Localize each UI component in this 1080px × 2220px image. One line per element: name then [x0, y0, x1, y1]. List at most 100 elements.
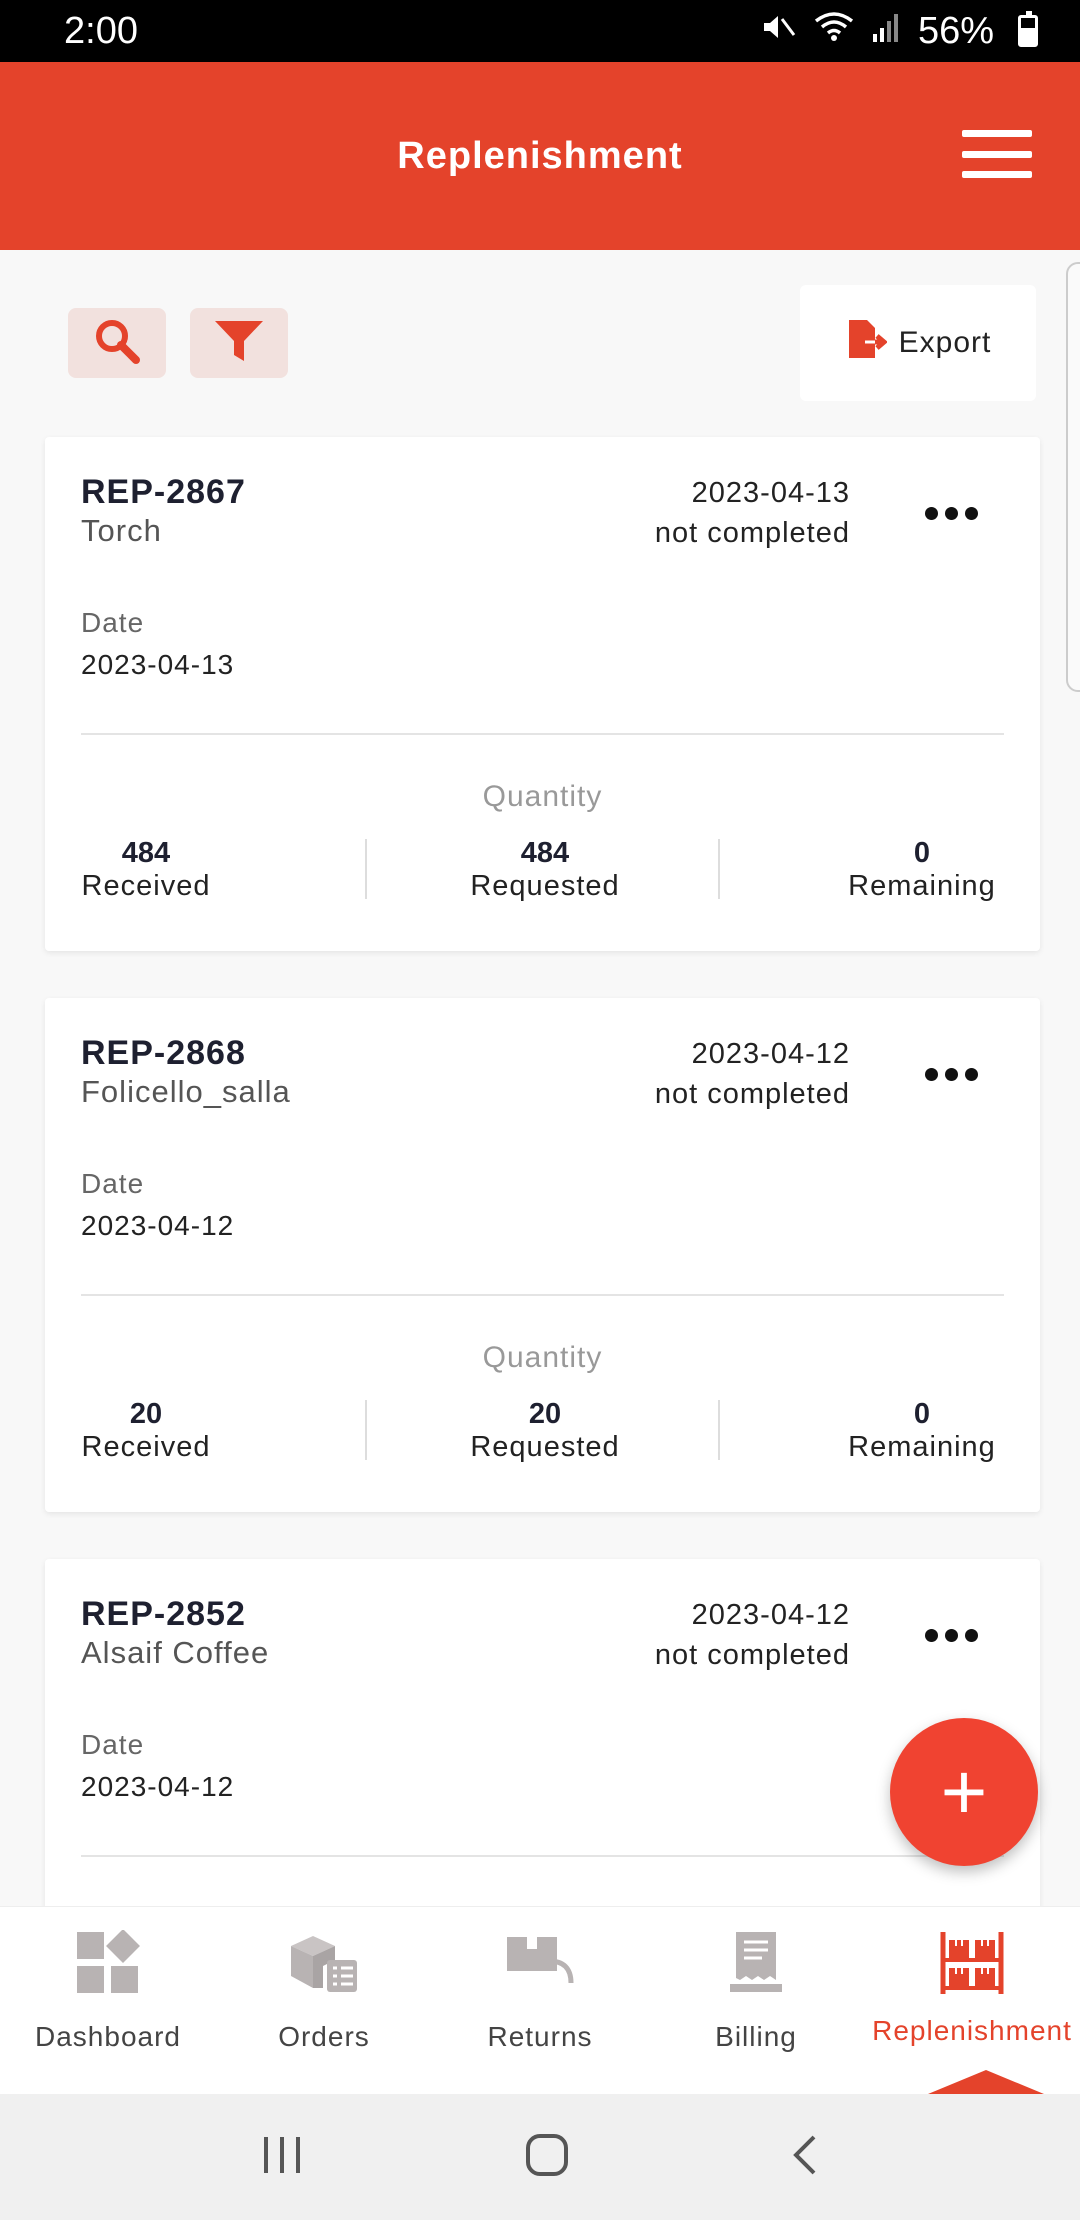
- card-divider: [81, 1294, 1004, 1296]
- card-ref: REP-2867: [81, 473, 246, 511]
- replenishment-card[interactable]: REP-2867 Torch 2023-04-13 not completed …: [45, 437, 1040, 951]
- nav-item-billing[interactable]: Billing: [648, 1907, 864, 2094]
- requested-label: Requested: [470, 870, 620, 902]
- status-icons: 56%: [760, 10, 1038, 53]
- replenishment-card[interactable]: REP-2868 Folicello_salla 2023-04-12 not …: [45, 998, 1040, 1512]
- card-name: Alsaif Coffee: [81, 1635, 270, 1670]
- more-dot: [925, 1629, 938, 1642]
- card-name: Torch: [81, 513, 162, 548]
- more-dot: [965, 1629, 978, 1642]
- nav-label: Orders: [278, 2021, 370, 2052]
- dashboard-icon: [75, 1927, 141, 1999]
- battery-percent: 56%: [917, 9, 994, 52]
- menu-button[interactable]: [962, 130, 1032, 178]
- more-dot: [945, 1629, 958, 1642]
- date-label: Date: [81, 607, 145, 638]
- active-tab-indicator: [928, 2070, 1044, 2094]
- more-dot: [945, 1068, 958, 1081]
- search-icon: [93, 317, 141, 370]
- hamburger-icon-bar: [962, 171, 1032, 178]
- bottom-navigation: Dashboard Orders Returns Billing Repleni…: [0, 1906, 1080, 2094]
- requested-stat: 20 Requested: [445, 1398, 645, 1464]
- side-drawer-handle[interactable]: [1066, 262, 1080, 692]
- status-time: 2:00: [64, 9, 138, 52]
- more-dot: [945, 507, 958, 520]
- remaining-label: Remaining: [848, 1431, 996, 1463]
- date-value: 2023-04-13: [81, 649, 235, 680]
- plus-icon: +: [940, 1747, 988, 1836]
- date-value: 2023-04-12: [81, 1771, 235, 1802]
- requested-value: 484: [520, 837, 570, 869]
- more-dot: [965, 1068, 978, 1081]
- replenishment-icon: [939, 1927, 1005, 1999]
- date-label: Date: [81, 1729, 145, 1760]
- hamburger-icon-bar: [962, 150, 1032, 158]
- card-ref: REP-2852: [81, 1595, 246, 1633]
- date-label: Date: [81, 1168, 145, 1199]
- orders-icon: [289, 1927, 359, 1999]
- remaining-value: 0: [913, 837, 931, 869]
- received-label: Received: [81, 870, 211, 902]
- more-dot: [965, 507, 978, 520]
- wifi-icon: [814, 11, 854, 51]
- system-navigation-bar: [0, 2094, 1080, 2220]
- stat-separator: [718, 839, 720, 899]
- filter-icon: [213, 317, 265, 370]
- more-dot: [925, 507, 938, 520]
- hamburger-icon-bar: [962, 130, 1032, 137]
- more-options-button[interactable]: [925, 1068, 978, 1081]
- nav-item-returns[interactable]: Returns: [432, 1907, 648, 2094]
- more-dot: [925, 1068, 938, 1081]
- requested-value: 20: [528, 1398, 562, 1430]
- nav-label: Billing: [715, 2021, 797, 2052]
- nav-item-dashboard[interactable]: Dashboard: [0, 1907, 216, 2094]
- received-stat: 20 Received: [81, 1398, 211, 1464]
- card-status: not completed: [654, 1639, 850, 1671]
- nav-item-replenishment[interactable]: Replenishment: [864, 1907, 1080, 2094]
- nav-label: Returns: [487, 2021, 593, 2052]
- card-ref: REP-2868: [81, 1034, 246, 1072]
- remaining-stat: 0 Remaining: [840, 1398, 1004, 1464]
- card-status: not completed: [654, 1078, 850, 1110]
- back-icon[interactable]: [790, 2133, 820, 2182]
- more-options-button[interactable]: [925, 1629, 978, 1642]
- quantity-title: Quantity: [482, 1341, 603, 1374]
- stat-separator: [718, 1400, 720, 1460]
- card-status: not completed: [654, 517, 850, 549]
- card-date: 2023-04-12: [691, 1599, 850, 1631]
- export-label: Export: [898, 326, 992, 359]
- app-header: Replenishment: [0, 62, 1080, 250]
- card-name: Folicello_salla: [81, 1074, 291, 1109]
- signal-icon: [872, 12, 900, 50]
- export-file-icon: [845, 318, 888, 368]
- remaining-stat: 0 Remaining: [840, 837, 1004, 903]
- requested-stat: 484 Requested: [445, 837, 645, 903]
- stat-separator: [365, 1400, 367, 1460]
- status-bar: 2:00 56%: [0, 0, 1080, 62]
- stat-separator: [365, 839, 367, 899]
- received-value: 484: [121, 837, 171, 869]
- recent-apps-icon[interactable]: [260, 2135, 304, 2180]
- remaining-value: 0: [913, 1398, 931, 1430]
- card-date: 2023-04-13: [691, 477, 850, 509]
- add-replenishment-button[interactable]: +: [890, 1718, 1038, 1866]
- requested-label: Requested: [470, 1431, 620, 1463]
- nav-item-orders[interactable]: Orders: [216, 1907, 432, 2094]
- received-value: 20: [129, 1398, 163, 1430]
- more-options-button[interactable]: [925, 507, 978, 520]
- search-button[interactable]: [68, 308, 166, 378]
- remaining-label: Remaining: [848, 870, 996, 902]
- battery-icon: [1018, 11, 1038, 47]
- date-value: 2023-04-12: [81, 1210, 235, 1241]
- card-date: 2023-04-12: [691, 1038, 850, 1070]
- filter-button[interactable]: [190, 308, 288, 378]
- nav-label: Replenishment: [872, 2015, 1072, 2046]
- page-title: Replenishment: [397, 134, 683, 177]
- export-button[interactable]: Export: [800, 285, 1036, 401]
- home-icon[interactable]: [524, 2132, 570, 2183]
- returns-icon: [505, 1927, 575, 1999]
- mute-icon: [760, 11, 796, 51]
- card-divider: [81, 1855, 1004, 1857]
- quantity-title: Quantity: [482, 780, 603, 813]
- card-divider: [81, 733, 1004, 735]
